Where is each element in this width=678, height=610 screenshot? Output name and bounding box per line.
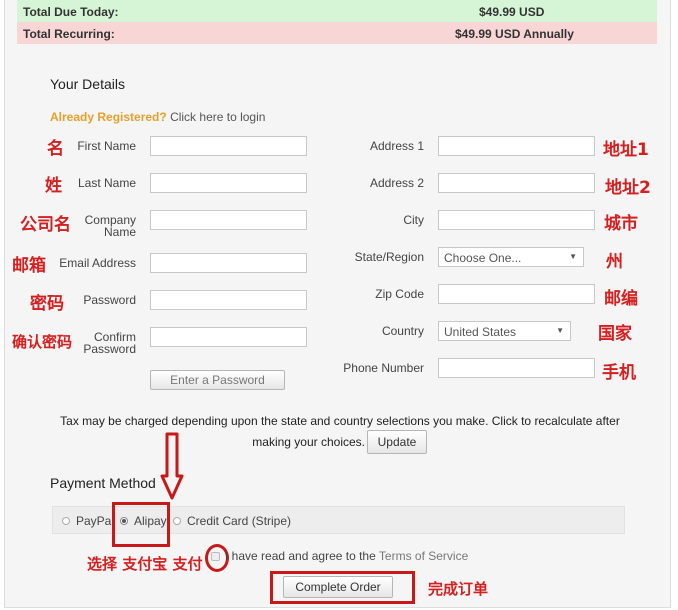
- registered-prefix: Already Registered?: [50, 110, 167, 124]
- annotation-complete: 完成订单: [428, 580, 489, 598]
- annotation-zip: 邮编: [604, 289, 638, 309]
- state-select-value: Choose One...: [444, 251, 522, 265]
- enter-password-button[interactable]: Enter a Password: [150, 370, 285, 390]
- total-recurring-row: Total Recurring: $49.99 USD Annually: [17, 22, 657, 44]
- terms-checkbox[interactable]: [211, 552, 220, 561]
- last-name-label: Last Name: [77, 176, 136, 190]
- annotation-select-alipay: 选择 支付宝 支付: [87, 555, 203, 573]
- address2-label: Address 2: [369, 176, 424, 190]
- state-label: State/Region: [354, 250, 424, 264]
- update-button[interactable]: Update: [367, 430, 427, 454]
- last-name-input[interactable]: [150, 173, 307, 193]
- zip-label: Zip Code: [375, 287, 424, 301]
- company-label-2: Name: [103, 225, 136, 239]
- annotation-country: 国家: [598, 324, 632, 344]
- password-label: Password: [83, 293, 136, 307]
- email-input[interactable]: [150, 253, 307, 273]
- annotation-phone: 手机: [602, 363, 636, 383]
- company-input[interactable]: [150, 210, 307, 230]
- login-link[interactable]: Click here to login: [170, 110, 265, 124]
- confirm-password-input[interactable]: [150, 327, 307, 347]
- address1-label: Address 1: [369, 139, 424, 153]
- stripe-label[interactable]: Credit Card (Stripe): [187, 514, 291, 528]
- total-recurring-label: Total Recurring:: [23, 27, 115, 41]
- total-recurring-value: $49.99 USD Annually: [455, 27, 574, 41]
- tax-notice-line1: Tax may be charged depending upon the st…: [60, 414, 620, 428]
- phone-label: Phone Number: [343, 361, 424, 375]
- address1-input[interactable]: [438, 136, 595, 156]
- password-input[interactable]: [150, 290, 307, 310]
- tax-notice-line2: making your choices.: [252, 435, 365, 449]
- terms-text: I have read and agree to the Terms of Se…: [225, 549, 468, 563]
- country-label: Country: [381, 324, 424, 338]
- annotation-state: 州: [606, 252, 623, 272]
- paypal-radio[interactable]: [62, 517, 70, 525]
- terms-label: I have read and agree to the: [225, 549, 376, 563]
- payment-method-title: Payment Method: [50, 475, 156, 491]
- email-label: Email Address: [59, 256, 136, 270]
- total-due-value: $49.99 USD: [479, 5, 545, 19]
- annotation-address2: 地址2: [605, 178, 651, 198]
- terms-link[interactable]: Terms of Service: [379, 549, 468, 563]
- total-due-row: Total Due Today: $49.99 USD: [17, 0, 657, 22]
- city-input[interactable]: [438, 210, 595, 230]
- already-registered: Already Registered? Click here to login: [50, 110, 265, 124]
- your-details-title: Your Details: [50, 76, 125, 92]
- chevron-down-icon: ▼: [556, 326, 564, 335]
- complete-order-button[interactable]: Complete Order: [283, 576, 393, 598]
- first-name-input[interactable]: [150, 136, 307, 156]
- city-label: City: [403, 213, 424, 227]
- country-select-value: United States: [444, 325, 517, 339]
- down-arrow-icon: [160, 432, 184, 500]
- chevron-down-icon: ▼: [569, 252, 577, 261]
- alipay-highlight-box: [112, 502, 170, 547]
- annotation-city: 城市: [604, 214, 638, 234]
- country-select[interactable]: United States ▼: [438, 321, 571, 341]
- address2-input[interactable]: [438, 173, 595, 193]
- confirm-label-2: Password: [83, 342, 136, 356]
- first-name-label: First Name: [77, 139, 136, 153]
- phone-input[interactable]: [438, 358, 595, 378]
- zip-input[interactable]: [438, 284, 595, 304]
- total-due-label: Total Due Today:: [23, 5, 119, 19]
- annotation-password: 密码: [30, 294, 64, 314]
- annotation-address1: 地址1: [603, 140, 649, 160]
- state-select[interactable]: Choose One... ▼: [438, 247, 584, 267]
- paypal-label[interactable]: PayPal: [76, 514, 114, 528]
- stripe-radio[interactable]: [173, 517, 181, 525]
